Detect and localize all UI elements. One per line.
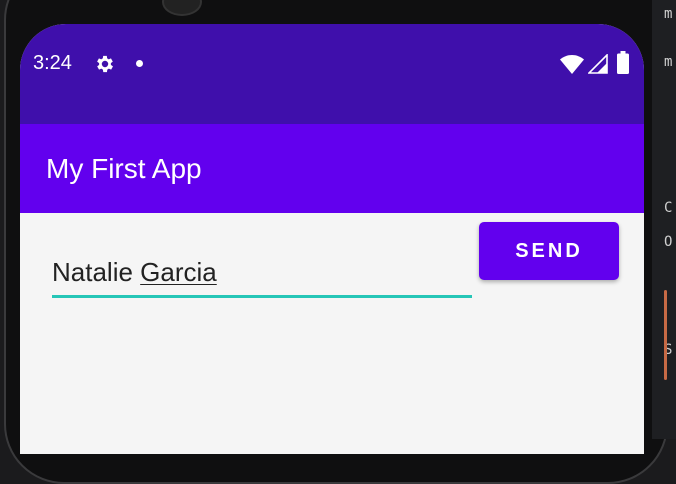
main-content: Natalie Garcia SEND bbox=[20, 213, 644, 454]
battery-icon bbox=[617, 51, 629, 74]
app-title: My First App bbox=[46, 153, 202, 184]
app-bar: My First App bbox=[20, 124, 644, 213]
send-button[interactable]: SEND bbox=[479, 222, 619, 280]
status-bar: 3:24 bbox=[20, 24, 644, 124]
ide-glyph: m bbox=[664, 6, 673, 22]
message-input-value: Natalie Garcia bbox=[52, 257, 217, 288]
notification-dot-icon bbox=[136, 60, 143, 67]
gear-icon bbox=[97, 55, 113, 73]
wifi-icon bbox=[560, 55, 584, 74]
ide-indicator-bar bbox=[664, 290, 667, 380]
message-input[interactable]: Natalie Garcia bbox=[52, 257, 472, 299]
signal-icon bbox=[588, 54, 608, 74]
ide-glyph: C bbox=[664, 200, 673, 216]
message-input-underline bbox=[52, 295, 472, 298]
ide-glyph: m bbox=[664, 54, 673, 70]
phone-screen: 3:24 My First App Natalie Garcia SEND bbox=[20, 24, 644, 454]
ide-glyph: O bbox=[664, 234, 673, 250]
ide-side-strip: m m C O S bbox=[652, 0, 676, 439]
message-input-first-word: Natalie bbox=[52, 257, 133, 287]
message-input-spellcheck-word: Garcia bbox=[140, 257, 217, 287]
status-time: 3:24 bbox=[33, 52, 72, 74]
